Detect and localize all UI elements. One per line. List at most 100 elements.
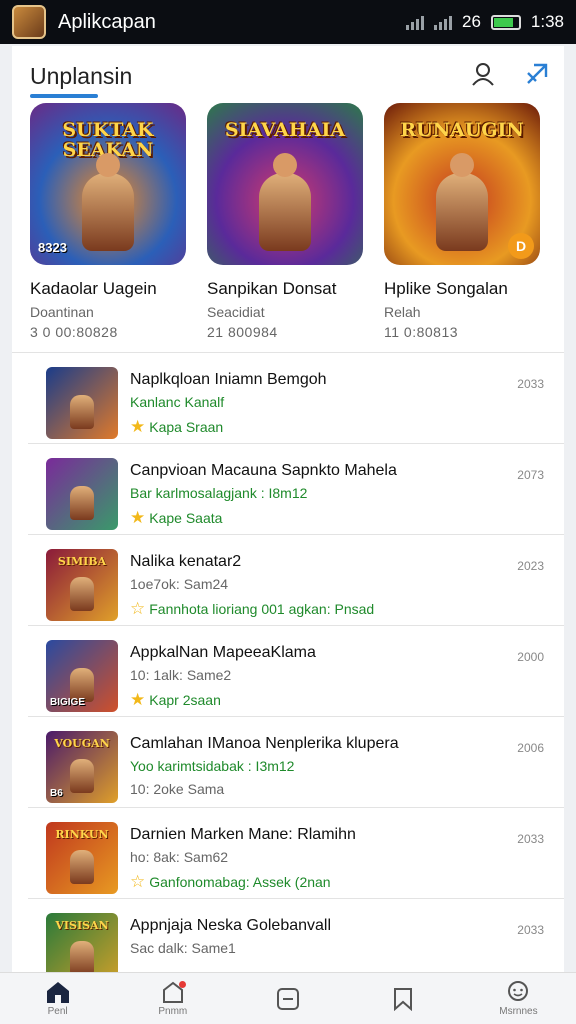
thumbnail-title: VISISAN bbox=[55, 919, 109, 932]
featured-app-art: SIAVAHAIA bbox=[207, 103, 363, 265]
featured-app-card[interactable]: SIAVAHAIA Sanpikan Donsat Seacidiat 21 8… bbox=[207, 103, 363, 343]
app-list-item[interactable]: Naplkqloan Iniamn Bemgoh Kanlanc Kanalf ★ K… bbox=[28, 353, 564, 444]
thumbnail-figure bbox=[70, 395, 94, 429]
featured-app-downloads: 21 800984 bbox=[207, 324, 278, 340]
app-developer: Kanlanc Kanalf bbox=[130, 394, 225, 410]
app-list-item[interactable]: RINKUN Darnien Marken Mane: Rlamihn ho: 8a… bbox=[28, 808, 564, 899]
star-outline-icon: ☆ bbox=[130, 599, 146, 618]
app-developer: 10: 1alk: Same2 bbox=[130, 667, 232, 683]
app-name: Naplkqloan Iniamn Bemgoh bbox=[130, 371, 327, 388]
app-meta: 2000 bbox=[517, 650, 544, 664]
share-icon[interactable] bbox=[524, 61, 550, 92]
thumbnail-figure bbox=[70, 577, 94, 611]
star-outline-icon: ☆ bbox=[130, 872, 146, 891]
status-bar: Aplikcapan 26 1:38 bbox=[0, 0, 576, 44]
featured-app-name: Kadaolar Uagein bbox=[30, 279, 157, 298]
thumbnail-badge: B6 bbox=[50, 788, 63, 799]
profile-icon[interactable] bbox=[470, 61, 496, 92]
featured-app-downloads: 3 0 00:80828 bbox=[30, 324, 118, 340]
notification-dot bbox=[179, 981, 187, 988]
hero-figure bbox=[82, 153, 134, 251]
app-name: Darnien Marken Mane: Rlamihn bbox=[130, 826, 356, 843]
art-title: RUNAUGIN bbox=[400, 119, 524, 141]
app-name: Aplikcapan bbox=[58, 10, 156, 33]
app-rating-text: Kapa Sraan bbox=[149, 419, 224, 435]
featured-app-subtitle: Seacidiat bbox=[207, 304, 265, 320]
app-rating-row: ★ Kapa Sraan bbox=[130, 417, 223, 437]
minus-box-icon bbox=[277, 987, 299, 1010]
featured-app-art: RUNAUGIN D bbox=[384, 103, 540, 265]
app-developer: Sac dalk: Same1 bbox=[130, 940, 236, 956]
clock: 1:38 bbox=[530, 12, 564, 31]
app-rating-row: 10: 2oke Sama bbox=[130, 781, 224, 797]
app-list-item[interactable]: Canpvioan Macauna Sapnkto Mahela Bar karl… bbox=[28, 444, 564, 535]
app-rating-text: Fannhota lioriang 001 agkan: Pnsad bbox=[149, 601, 375, 617]
art-title: SIAVAHAIA bbox=[224, 119, 346, 141]
app-list-item[interactable]: VOUGAN B6 Camlahan IManoa Nenplerika klupe… bbox=[28, 717, 564, 808]
app-developer: Bar karlmosalagjank : I8m12 bbox=[130, 485, 308, 501]
star-icon: ★ bbox=[130, 508, 146, 527]
main-content: Unplansin SUKTAK SEAKAN 8323 Kadaolar Ua… bbox=[12, 46, 564, 990]
top-header: Unplansin bbox=[30, 54, 550, 98]
app-rating-text: Kape Saata bbox=[149, 510, 223, 526]
app-name: Camlahan IManoa Nenplerika klupera bbox=[130, 735, 399, 752]
app-meta: 2033 bbox=[517, 923, 544, 937]
thumbnail-badge: BIGIGE bbox=[50, 697, 86, 708]
app-rating-text: Kapr 2saan bbox=[149, 692, 221, 708]
thumbnail-figure bbox=[70, 941, 94, 975]
app-rating-row: ☆ Fannhota lioriang 001 agkan: Pnsad bbox=[130, 599, 374, 619]
app-list: Naplkqloan Iniamn Bemgoh Kanlanc Kanalf ★ K… bbox=[28, 353, 564, 990]
signal-icon-2 bbox=[433, 14, 452, 30]
app-thumbnail: VOUGAN B6 bbox=[46, 731, 118, 803]
featured-app-art: SUKTAK SEAKAN 8323 bbox=[30, 103, 186, 265]
art-badge: 8323 bbox=[38, 240, 67, 255]
thumbnail-figure bbox=[70, 759, 94, 793]
network-label: 26 bbox=[461, 12, 481, 31]
nav-label: Penl bbox=[47, 1006, 68, 1017]
app-meta: 2073 bbox=[517, 468, 544, 482]
page-title: Unplansin bbox=[30, 62, 133, 89]
star-icon: ★ bbox=[130, 417, 146, 436]
app-thumbnail: SIMIBA bbox=[46, 549, 118, 621]
title-underline bbox=[30, 94, 98, 98]
featured-app-name: Sanpikan Donsat bbox=[207, 279, 337, 298]
featured-app-downloads: 11 0:80813 bbox=[384, 324, 459, 340]
app-meta: 2033 bbox=[517, 377, 544, 391]
nav-saved[interactable] bbox=[346, 973, 461, 1024]
featured-app-subtitle: Relah bbox=[384, 304, 421, 320]
thumbnail-figure bbox=[70, 486, 94, 520]
app-thumbnail bbox=[46, 367, 118, 439]
nav-label: Msrnnes bbox=[499, 1006, 538, 1017]
app-name: Canpvioan Macauna Sapnkto Mahela bbox=[130, 462, 397, 479]
app-developer: Yoo karimtsidabak : I3m12 bbox=[130, 758, 295, 774]
status-indicators: 26 1:38 bbox=[405, 12, 564, 32]
app-developer: ho: 8ak: Sam62 bbox=[130, 849, 229, 865]
app-thumbnail bbox=[46, 458, 118, 530]
nav-label: Pnmm bbox=[158, 1006, 188, 1017]
app-rating-row: ☆ Ganfonomabag: Assek (2nan bbox=[130, 872, 331, 892]
app-list-item[interactable]: SIMIBA Nalika kenatar2 1oe7ok: Sam24 ☆ Fannh… bbox=[28, 535, 564, 626]
thumbnail-title: VOUGAN bbox=[54, 737, 110, 750]
app-meta: 2023 bbox=[517, 559, 544, 573]
bottom-navigation: Penl Pnmm Msrnnes bbox=[0, 972, 576, 1024]
home-icon bbox=[46, 982, 69, 1003]
thumbnail-title: SIMIBA bbox=[57, 555, 107, 568]
coin-icon: D bbox=[508, 233, 534, 259]
app-meta: 2006 bbox=[517, 741, 544, 755]
hero-figure bbox=[259, 153, 311, 251]
app-thumbnail: BIGIGE bbox=[46, 640, 118, 712]
app-meta: 2033 bbox=[517, 832, 544, 846]
app-developer: 1oe7ok: Sam24 bbox=[130, 576, 229, 592]
featured-app-card[interactable]: RUNAUGIN D Hplike Songalan Relah 11 0:80… bbox=[384, 103, 540, 343]
app-rating-text: 10: 2oke Sama bbox=[130, 781, 225, 797]
nav-messages[interactable]: Msrnnes bbox=[461, 973, 576, 1024]
hero-figure bbox=[436, 153, 488, 251]
nav-home[interactable]: Penl bbox=[0, 973, 115, 1024]
chat-icon bbox=[508, 981, 529, 1001]
featured-app-card[interactable]: SUKTAK SEAKAN 8323 Kadaolar Uagein Doant… bbox=[30, 103, 186, 343]
bookmark-icon bbox=[394, 987, 413, 1011]
nav-updates[interactable] bbox=[230, 973, 345, 1024]
featured-app-subtitle: Doantinan bbox=[30, 304, 94, 320]
nav-store[interactable]: Pnmm bbox=[115, 973, 230, 1024]
app-list-item[interactable]: BIGIGE AppkalNan MapeeaKlama 10: 1alk: Sam… bbox=[28, 626, 564, 717]
